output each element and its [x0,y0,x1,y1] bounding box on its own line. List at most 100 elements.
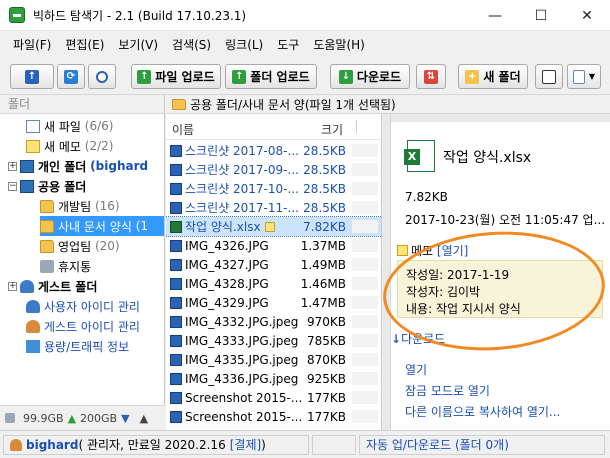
image-icon [170,315,182,328]
file-row[interactable]: IMG_4329.JPG 1.47MB [166,293,381,312]
open-link[interactable]: 열기 [405,361,427,378]
file-row[interactable]: 스크린샷 2017-09-... 28.5KB [166,160,381,179]
file-row[interactable]: IMG_4335.JPG.jpeg 870KB [166,350,381,369]
auto-transfer-status[interactable]: 자동 업/다운로드 (폴더 0개) [359,434,605,455]
tree-item-capacity[interactable]: 용량/트래픽 정보 [26,336,129,356]
image-icon [170,182,182,195]
folder-icon [40,239,54,253]
tree-item-guest-id[interactable]: 게스트 아이디 관리 [26,316,140,336]
file-size: 1.46MB [300,276,346,291]
file-row[interactable]: Screenshot 2015-... 177KB [166,407,381,426]
expand-icon[interactable]: + [8,161,17,171]
file-row[interactable]: 스크린샷 2017-11-... 28.5KB [166,198,381,217]
menu-help[interactable]: 도움말(H) [306,36,372,53]
memo-heading: 메모 [열기] [397,242,468,259]
file-name: IMG_4329.JPG [185,295,269,310]
scrollbar[interactable] [383,114,391,430]
folder-panel-header: 폴더 [0,95,164,114]
file-size: 7.82KB [303,219,346,234]
menu-link[interactable]: 링크(L) [218,36,270,53]
search-button[interactable] [88,64,116,89]
lock-open-link[interactable]: 잠금 모드로 열기 [405,382,490,399]
menu-file[interactable]: 파일(F) [6,36,58,53]
expand-icon[interactable]: + [8,281,17,291]
computer-icon [20,179,34,193]
column-size[interactable]: 크기 [321,121,343,138]
tree-count: (20) [94,239,120,253]
detail-filename: 작업 양식.xlsx [443,150,532,166]
monitor-button[interactable] [535,64,563,89]
file-row[interactable]: 스크린샷 2017-10-... 28.5KB [166,179,381,198]
file-name: 스크린샷 2017-08-... [185,144,299,158]
maximize-button[interactable]: ☐ [518,0,564,31]
detail-download-link[interactable]: ↓다운로드 [391,330,445,347]
file-row[interactable]: IMG_4336.JPG.jpeg 925KB [166,369,381,388]
file-row[interactable]: Screenshot 2015-... 177KB [166,388,381,407]
image-icon [170,239,182,252]
tree-item-personal-folder[interactable]: + 개인 폴더 (bighard [8,156,148,176]
menu-view[interactable]: 보기(V) [111,36,165,53]
image-icon [170,372,182,385]
close-button[interactable]: ✕ [564,0,610,31]
file-row[interactable]: IMG_4332.JPG.jpeg 970KB [166,312,381,331]
user-icon [26,319,40,333]
new-document-icon [573,69,585,84]
menu-search[interactable]: 검색(S) [165,36,218,53]
file-row[interactable]: 스크린샷 2017-08-... 28.5KB [166,141,381,160]
menu-edit[interactable]: 편집(E) [58,36,111,53]
pay-link[interactable]: [결제] [230,436,261,453]
tree-item-doc-form[interactable]: 사내 문서 양식 (1 [40,216,164,236]
file-row[interactable]: 작업 양식.xlsx 7.82KB [166,216,381,237]
tree-item-new-files[interactable]: 새 파일 (6/6) [26,116,113,136]
folder-tree-panel: 폴더 새 파일 (6/6) 새 메모 (2/2) + 개인 폴더 (bighar… [0,95,165,430]
tree-count: (6/6) [84,119,114,133]
download-button[interactable]: ↓ 다운로드 [330,64,410,89]
tree-item-guest-folder[interactable]: + 게스트 폴더 [8,276,97,296]
memo-line-author: 작성자: 김이박 [406,285,481,299]
new-folder-label: 새 폴더 [483,70,521,84]
traffic-up-icon: ▲ [67,411,77,425]
copy-open-link[interactable]: 다른 이름으로 복사하여 열기... [405,403,560,420]
file-row[interactable]: IMG_4328.JPG 1.46MB [166,274,381,293]
file-size: 28.5KB [303,200,346,215]
tree-item-sales-team[interactable]: 영업팀 (20) [40,236,120,256]
file-row[interactable]: IMG_4327.JPG 1.49MB [166,255,381,274]
column-divider [356,120,357,134]
download-link-label: 다운로드 [401,332,446,346]
file-row[interactable]: IMG_4326.JPG 1.37MB [166,236,381,255]
new-folder-button[interactable]: + 새 폴더 [458,64,528,89]
memo-open-link[interactable]: [열기] [437,244,468,258]
excel-icon [170,220,182,233]
tree-item-new-memo[interactable]: 새 메모 (2/2) [26,136,113,156]
file-size: 870KB [306,352,346,367]
up-folder-button[interactable]: ↑ [10,64,54,89]
file-upload-button[interactable]: ↑ 파일 업로드 [131,64,221,89]
column-name[interactable]: 이름 [172,121,194,138]
monitor-icon [542,69,556,84]
memo-icon [26,139,40,153]
collapse-icon[interactable]: − [8,181,17,191]
tree-item-shared-folder[interactable]: − 공용 폴더 [8,176,86,196]
file-row[interactable]: IMG_4333.JPG.jpeg 785KB [166,331,381,350]
new-folder-icon: + [465,69,480,84]
minimize-button[interactable]: — [472,0,518,31]
file-size: 177KB [306,390,346,405]
left-footer: 99.9GB ▲ 200GB ▼ ▲ [0,405,165,430]
tree-item-trash[interactable]: 휴지통 [40,256,91,276]
tree-item-dev-team[interactable]: 개발팀 (16) [40,196,120,216]
arrow-up-icon: ↑ [25,69,39,84]
file-name: Screenshot 2015-... [185,409,303,424]
folder-upload-button[interactable]: ↑ 폴더 업로드 [225,64,317,89]
sync-button[interactable]: ⇅ [416,64,446,89]
file-extra-column [352,296,378,309]
excel-file-icon [404,140,435,172]
menu-bar: 파일(F) 편집(E) 보기(V) 검색(S) 링크(L) 도구 도움말(H) [0,31,610,57]
menu-tools[interactable]: 도구 [270,36,306,53]
guest-icon [20,279,34,293]
new-doc-button[interactable]: ▼ [567,64,601,89]
refresh-button[interactable]: ⟳ [57,64,85,89]
collapse-panel-icon[interactable]: ▲ [140,412,148,425]
file-name: 스크린샷 2017-11-... [185,201,299,215]
file-extra-column [352,163,378,176]
tree-item-user-id[interactable]: 사용자 아이디 관리 [26,296,140,316]
